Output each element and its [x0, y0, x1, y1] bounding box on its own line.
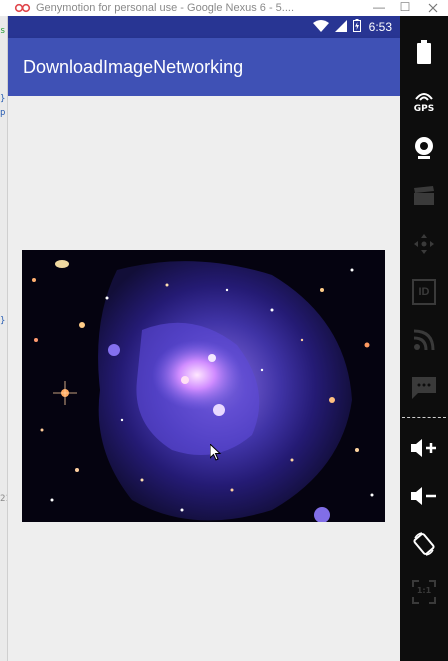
downloaded-image — [22, 250, 385, 522]
app-bar: DownloadImageNetworking — [8, 38, 400, 96]
minimize-button[interactable]: — — [366, 0, 392, 16]
signal-icon — [334, 19, 347, 35]
wifi-icon — [312, 19, 329, 35]
close-button[interactable] — [418, 0, 448, 16]
main-content — [8, 96, 400, 661]
emulator-toolbar: GPS ID 1:1 — [400, 16, 448, 661]
scale-label: 1:1 — [416, 586, 432, 595]
mouse-cursor-icon — [209, 442, 222, 466]
rss-icon[interactable] — [400, 320, 448, 360]
device-id-label: ID — [412, 279, 436, 305]
rotate-icon[interactable] — [400, 524, 448, 564]
gps-icon[interactable]: GPS — [400, 80, 448, 120]
webcam-icon[interactable] — [400, 128, 448, 168]
gps-label: GPS — [413, 104, 435, 114]
scale-icon[interactable]: 1:1 — [400, 572, 448, 612]
page-title: DownloadImageNetworking — [23, 57, 244, 77]
genymotion-logo-icon — [14, 3, 32, 13]
device-screen[interactable]: 6:53 DownloadImageNetworking — [8, 16, 400, 661]
status-bar: 6:53 — [8, 16, 400, 38]
device-id-icon[interactable]: ID — [400, 272, 448, 312]
toolbar-divider — [402, 417, 446, 418]
battery-icon — [352, 19, 361, 35]
volume-up-icon[interactable] — [400, 428, 448, 468]
dpad-icon[interactable] — [400, 224, 448, 264]
maximize-button[interactable]: ☐ — [392, 0, 418, 16]
video-capture-icon[interactable] — [400, 176, 448, 216]
status-time: 6:53 — [368, 20, 392, 34]
battery-icon[interactable] — [400, 32, 448, 72]
window-title-bar: Genymotion for personal use - Google Nex… — [0, 0, 448, 16]
background-window-edge: s } p } 21 — [0, 16, 8, 661]
window-title: Genymotion for personal use - Google Nex… — [36, 2, 295, 14]
volume-down-icon[interactable] — [400, 476, 448, 516]
sms-icon[interactable] — [400, 368, 448, 408]
